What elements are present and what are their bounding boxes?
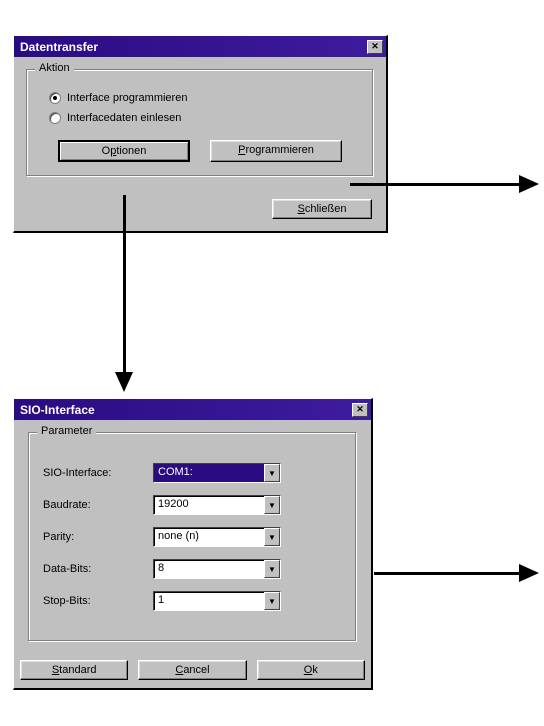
dialog-body: Parameter SIO-Interface: COM1: ▼ Baudrat…	[14, 420, 371, 656]
label-parity: Parity:	[43, 531, 153, 543]
param-row-stopbits: Stop-Bits: 1 ▼	[43, 591, 342, 611]
arrow-line	[123, 195, 126, 374]
param-row-sio: SIO-Interface: COM1: ▼	[43, 463, 342, 483]
label-databits: Data-Bits:	[43, 563, 153, 575]
combo-sio-interface[interactable]: COM1: ▼	[153, 463, 281, 483]
cancel-button[interactable]: Cancel	[138, 660, 246, 680]
title-text: SIO-Interface	[20, 403, 352, 417]
sio-interface-dialog: SIO-Interface ✕ Parameter SIO-Interface:…	[13, 398, 373, 690]
button-row: Optionen Programmieren	[41, 140, 359, 162]
label-baudrate: Baudrate:	[43, 499, 153, 511]
combo-value: 19200	[154, 496, 264, 514]
titlebar[interactable]: SIO-Interface ✕	[14, 399, 371, 420]
arrow-line	[374, 572, 521, 575]
combo-value: none (n)	[154, 528, 264, 546]
sio-button-row: Standard Cancel Ok	[14, 656, 371, 688]
radio-icon[interactable]	[49, 92, 61, 104]
dialog-body: Aktion Interface programmieren Interface…	[14, 57, 386, 231]
radio-interfacedaten-einlesen[interactable]: Interfacedaten einlesen	[49, 112, 359, 124]
combo-databits[interactable]: 8 ▼	[153, 559, 281, 579]
radio-icon[interactable]	[49, 112, 61, 124]
ok-button[interactable]: Ok	[257, 660, 365, 680]
chevron-down-icon[interactable]: ▼	[264, 528, 280, 546]
chevron-down-icon[interactable]: ▼	[264, 496, 280, 514]
arrow-line	[350, 183, 521, 186]
arrow-right-icon	[519, 175, 539, 193]
combo-baudrate[interactable]: 19200 ▼	[153, 495, 281, 515]
arrow-right-icon	[519, 564, 539, 582]
combo-stopbits[interactable]: 1 ▼	[153, 591, 281, 611]
titlebar[interactable]: Datentransfer ✕	[14, 36, 386, 57]
standard-button[interactable]: Standard	[20, 660, 128, 680]
param-row-databits: Data-Bits: 8 ▼	[43, 559, 342, 579]
label-stopbits: Stop-Bits:	[43, 595, 153, 607]
groupbox-legend: Aktion	[35, 62, 74, 74]
chevron-down-icon[interactable]: ▼	[264, 560, 280, 578]
param-row-baudrate: Baudrate: 19200 ▼	[43, 495, 342, 515]
radio-label: Interfacedaten einlesen	[67, 112, 181, 124]
datentransfer-dialog: Datentransfer ✕ Aktion Interface program…	[13, 35, 388, 233]
combo-parity[interactable]: none (n) ▼	[153, 527, 281, 547]
aktion-groupbox: Aktion Interface programmieren Interface…	[26, 69, 374, 177]
programmieren-button[interactable]: Programmieren	[210, 140, 342, 162]
close-row: Schließen	[26, 199, 374, 219]
parameter-groupbox: Parameter SIO-Interface: COM1: ▼ Baudrat…	[28, 432, 357, 642]
chevron-down-icon[interactable]: ▼	[264, 592, 280, 610]
arrow-down-icon	[115, 372, 133, 392]
groupbox-legend: Parameter	[37, 425, 96, 437]
label-sio-interface: SIO-Interface:	[43, 467, 153, 479]
combo-value: COM1:	[154, 464, 264, 482]
radio-interface-programmieren[interactable]: Interface programmieren	[49, 92, 359, 104]
title-text: Datentransfer	[20, 40, 367, 54]
schliessen-button[interactable]: Schließen	[272, 199, 372, 219]
close-icon[interactable]: ✕	[367, 40, 383, 54]
close-icon[interactable]: ✕	[352, 403, 368, 417]
optionen-button[interactable]: Optionen	[58, 140, 190, 162]
radio-label: Interface programmieren	[67, 92, 187, 104]
param-row-parity: Parity: none (n) ▼	[43, 527, 342, 547]
chevron-down-icon[interactable]: ▼	[264, 464, 280, 482]
combo-value: 1	[154, 592, 264, 610]
combo-value: 8	[154, 560, 264, 578]
